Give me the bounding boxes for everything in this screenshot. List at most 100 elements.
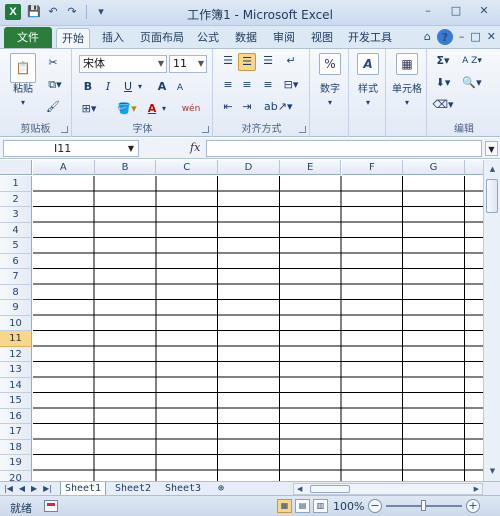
zoom-level[interactable]: 100% (333, 500, 364, 513)
row-header[interactable]: 5 (0, 238, 32, 254)
column-header-d[interactable]: D (218, 160, 280, 175)
clear-button[interactable]: ⌫▾ (432, 97, 454, 113)
orientation-icon[interactable]: ab↗▾ (264, 99, 292, 115)
tab-insert[interactable]: 插入 (96, 28, 130, 48)
row-header[interactable]: 16 (0, 408, 32, 424)
row-header[interactable]: 2 (0, 191, 32, 207)
horizontal-scrollbar[interactable]: ◀ ▶ (293, 483, 483, 495)
underline-dropdown-icon[interactable]: ▾ (135, 79, 145, 95)
row-header[interactable]: 1 (0, 176, 32, 192)
fill-button[interactable]: ⬇▾ (432, 75, 454, 91)
horizontal-scroll-thumb[interactable] (310, 485, 350, 493)
font-color-dropdown-icon[interactable]: ▾ (159, 101, 169, 117)
prev-sheet-icon[interactable]: ◀ (19, 482, 25, 496)
normal-view-icon[interactable]: ▦ (277, 499, 292, 513)
paste-dropdown-icon[interactable]: ▾ (6, 96, 40, 109)
last-sheet-icon[interactable]: ▶| (43, 482, 52, 496)
tab-file[interactable]: 文件 (4, 27, 52, 48)
column-header-e[interactable]: E (279, 160, 342, 175)
row-header[interactable]: 18 (0, 439, 32, 455)
zoom-slider-thumb[interactable] (421, 500, 426, 511)
undo-icon[interactable]: ↶ (45, 4, 61, 20)
format-painter-icon[interactable]: 🖌 (44, 99, 62, 115)
paste-button[interactable]: 📋 粘贴 ▾ (6, 53, 40, 109)
cells-button[interactable]: ▦ 单元格 ▾ (389, 53, 425, 109)
name-box[interactable]: I11 ▼ (3, 140, 139, 157)
find-select-button[interactable]: 🔍▾ (458, 75, 486, 91)
sort-filter-button[interactable]: A Z▾ (458, 53, 486, 69)
column-header-h[interactable] (464, 160, 483, 175)
formula-input[interactable] (206, 140, 482, 157)
sheet-tab-sheet1[interactable]: Sheet1 (60, 482, 106, 496)
scroll-right-icon[interactable]: ▶ (474, 484, 479, 494)
scroll-down-icon[interactable]: ▼ (486, 465, 499, 478)
row-header[interactable]: 10 (0, 315, 32, 331)
expand-formula-bar-icon[interactable]: ▼ (485, 141, 498, 156)
styles-button[interactable]: A 样式 ▾ (353, 53, 383, 109)
column-header-b[interactable]: B (94, 160, 157, 175)
help-icon[interactable]: ? (436, 29, 453, 45)
scroll-left-icon[interactable]: ◀ (297, 484, 302, 494)
column-header-a[interactable]: A (33, 160, 95, 175)
next-sheet-icon[interactable]: ▶ (31, 482, 37, 496)
row-header[interactable]: 8 (0, 284, 32, 300)
minimize-ribbon-icon[interactable]: ⌂ (424, 28, 431, 46)
bold-button[interactable]: B (81, 79, 95, 95)
clipboard-launcher-icon[interactable] (61, 126, 68, 133)
zoom-slider[interactable] (386, 500, 462, 511)
customize-qat-icon[interactable]: ▾ (93, 4, 109, 20)
row-header[interactable]: 14 (0, 377, 32, 393)
number-format-button[interactable]: % 数字 ▾ (315, 53, 345, 109)
row-header[interactable]: 6 (0, 253, 32, 269)
sheet-tab-sheet2[interactable]: Sheet2 (110, 482, 156, 496)
tab-page-layout[interactable]: 页面布局 (136, 28, 188, 48)
row-header[interactable]: 3 (0, 207, 32, 223)
font-name-select[interactable]: 宋体 ▼ (79, 55, 167, 73)
row-header[interactable]: 15 (0, 393, 32, 409)
row-header[interactable]: 4 (0, 222, 32, 238)
workbook-close-icon[interactable]: ✕ (487, 28, 496, 46)
zoom-in-button[interactable]: + (466, 499, 480, 513)
underline-button[interactable]: U (121, 79, 135, 95)
vertical-scroll-thumb[interactable] (486, 179, 498, 213)
font-size-select[interactable]: 11 ▼ (169, 55, 207, 73)
align-left-icon[interactable]: ≡ (220, 77, 236, 93)
maximize-button[interactable]: □ (444, 2, 468, 20)
close-button[interactable]: ✕ (472, 2, 496, 20)
tab-review[interactable]: 审阅 (268, 28, 300, 48)
column-header-f[interactable]: F (341, 160, 404, 175)
save-icon[interactable]: 💾 (26, 4, 42, 20)
font-color-button[interactable]: A (145, 101, 159, 117)
borders-icon[interactable]: ⊞▾ (81, 101, 97, 117)
italic-button[interactable]: I (101, 79, 115, 95)
row-header[interactable]: 20 (0, 470, 32, 481)
cut-icon[interactable]: ✂ (44, 55, 62, 71)
row-header[interactable]: 17 (0, 424, 32, 440)
row-header[interactable]: 13 (0, 362, 32, 378)
wrap-text-icon[interactable]: ↵ (282, 53, 300, 69)
tab-view[interactable]: 视图 (306, 28, 338, 48)
decrease-indent-icon[interactable]: ⇤ (220, 99, 236, 115)
redo-icon[interactable]: ↷ (64, 4, 80, 20)
alignment-launcher-icon[interactable] (299, 126, 306, 133)
column-header-g[interactable]: G (403, 160, 465, 175)
tab-home[interactable]: 开始 (56, 28, 90, 48)
row-header[interactable]: 7 (0, 269, 32, 285)
row-header-selected[interactable]: 11 (0, 331, 32, 347)
copy-icon[interactable]: ⧉▾ (44, 77, 66, 93)
workbook-restore-icon[interactable]: □ (470, 28, 480, 46)
excel-logo-icon[interactable]: X (5, 4, 21, 20)
merge-center-icon[interactable]: ⊟▾ (280, 77, 302, 93)
row-header[interactable]: 12 (0, 346, 32, 362)
sheet-tab-sheet3[interactable]: Sheet3 (160, 482, 206, 496)
workbook-minimize-icon[interactable]: – (459, 28, 465, 46)
autosum-button[interactable]: Σ▾ (432, 53, 454, 69)
tab-developer[interactable]: 开发工具 (344, 28, 396, 48)
align-middle-icon[interactable]: ☰ (238, 53, 256, 71)
macro-record-icon[interactable] (44, 500, 58, 512)
vertical-scrollbar[interactable]: ▲ ▼ (483, 160, 500, 481)
font-launcher-icon[interactable] (202, 126, 209, 133)
grow-font-button[interactable]: A (155, 79, 169, 95)
page-break-view-icon[interactable]: ▥ (313, 499, 328, 513)
increase-indent-icon[interactable]: ⇥ (238, 99, 256, 115)
